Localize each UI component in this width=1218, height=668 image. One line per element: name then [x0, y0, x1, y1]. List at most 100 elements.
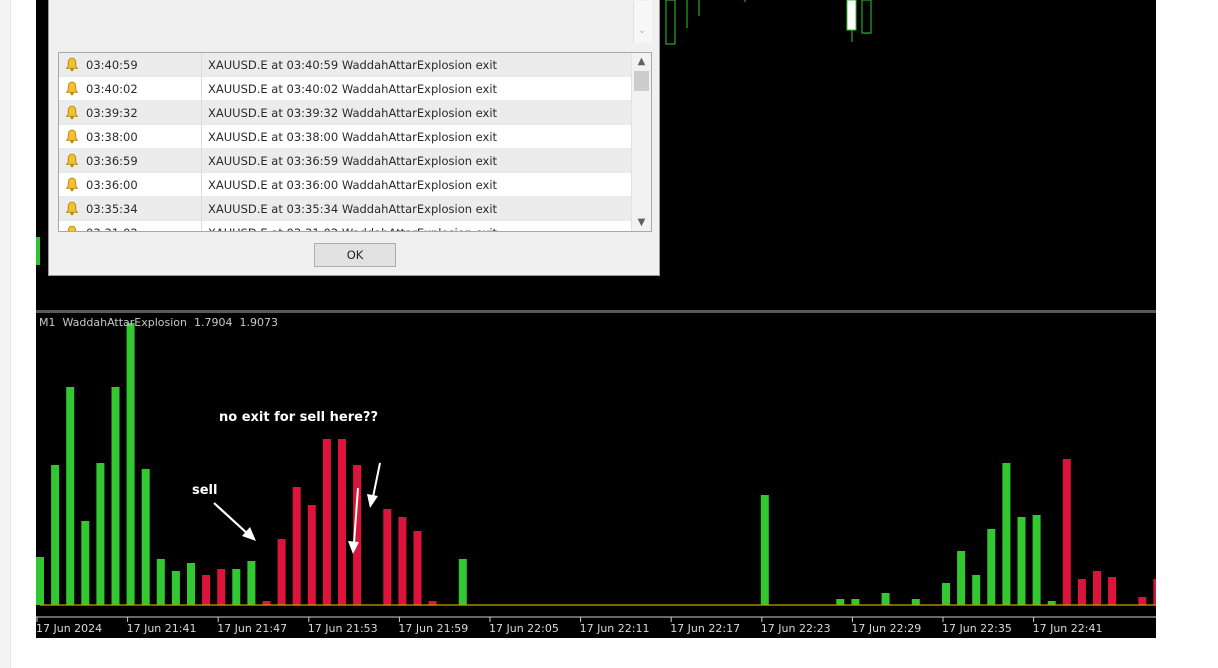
alert-message: XAUUSD.E at 03:39:32 WaddahAttarExplosio… — [208, 106, 498, 120]
sell-arrow — [213, 502, 250, 536]
upper-scrollbar[interactable]: ⌄ — [633, 1, 652, 43]
scroll-up-icon[interactable]: ▲ — [632, 53, 651, 70]
alert-row[interactable]: 03:35:34 XAUUSD.E at 03:35:34 WaddahAttar… — [59, 197, 631, 221]
alerts-list[interactable]: 03:40:59 XAUUSD.E at 03:40:59 WaddahAttar… — [58, 52, 652, 232]
column-divider — [201, 173, 202, 197]
time-axis-label: 17 Jun 21:59 — [398, 622, 468, 635]
alert-message: XAUUSD.E at 03:40:02 WaddahAttarExplosio… — [208, 82, 498, 96]
ok-button[interactable]: OK — [314, 243, 396, 267]
chevron-down-icon[interactable]: ⌄ — [638, 25, 646, 36]
alert-time: 03:36:59 — [86, 154, 138, 168]
time-axis-label: 17 Jun 22:05 — [489, 622, 559, 635]
alert-message: XAUUSD.E at 03:36:00 WaddahAttarExplosio… — [208, 178, 498, 192]
no-exit-annotation: no exit for sell here?? — [219, 410, 379, 425]
column-divider — [201, 101, 202, 125]
alert-message: XAUUSD.E at 03:36:59 WaddahAttarExplosio… — [208, 154, 498, 168]
histogram-bar-up — [156, 559, 165, 605]
histogram-bar-up — [942, 583, 950, 605]
alerts-scrollbar[interactable]: ▲ ▼ — [631, 53, 651, 231]
histogram-bar-down — [1062, 459, 1071, 605]
column-divider — [201, 53, 202, 77]
histogram-bar-up — [1002, 463, 1011, 605]
alert-row[interactable]: 03:31:02 XAUUSD.E at 03:31:02 WaddahAttar… — [59, 221, 631, 231]
histogram-bar-up — [851, 599, 860, 605]
histogram-bar-down — [338, 439, 346, 605]
histogram-bar-down — [1108, 577, 1117, 605]
histogram-bar-up — [126, 323, 135, 605]
scroll-thumb[interactable] — [634, 71, 649, 91]
histogram-bar-up — [957, 551, 966, 605]
histogram-bar-up — [972, 575, 981, 605]
histogram-bar-up — [1017, 517, 1026, 605]
histogram-bar-down — [1093, 571, 1101, 605]
bell-icon — [65, 153, 79, 168]
indicator-pane[interactable]: 17 Jun 2024 17 Jun 21:41 17 Jun 21:47 17 Ju… — [36, 313, 1156, 638]
histogram-bar-down — [398, 517, 407, 605]
sell-annotation: sell — [192, 483, 218, 498]
time-axis-label: 17 Jun 21:41 — [127, 622, 197, 635]
histogram-bar-down — [1138, 597, 1147, 605]
histogram-bar-up — [141, 469, 150, 605]
indicator-chart[interactable]: 17 Jun 2024 17 Jun 21:41 17 Jun 21:47 17 Ju… — [36, 313, 1156, 638]
alert-row[interactable]: 03:39:32 XAUUSD.E at 03:39:32 WaddahAttar… — [59, 101, 631, 125]
alert-time: 03:39:32 — [86, 106, 138, 120]
alert-time: 03:36:00 — [86, 178, 138, 192]
alert-time: 03:40:59 — [86, 58, 138, 72]
scroll-down-icon[interactable]: ▼ — [632, 214, 651, 231]
alert-message: XAUUSD.E at 03:35:34 WaddahAttarExplosio… — [208, 202, 498, 216]
histogram-bar-down — [1153, 579, 1156, 605]
time-axis-label: 17 Jun 22:17 — [670, 622, 740, 635]
alert-time: 03:31:02 — [86, 226, 138, 231]
column-divider — [201, 125, 202, 149]
histogram-bar-down — [1077, 579, 1086, 605]
time-axis-label: 17 Jun 22:41 — [1033, 622, 1103, 635]
window-left-edge — [0, 0, 11, 668]
alert-row[interactable]: 03:36:00 XAUUSD.E at 03:36:00 WaddahAttar… — [59, 173, 631, 197]
alert-row[interactable]: 03:38:00 XAUUSD.E at 03:38:00 WaddahAttar… — [59, 125, 631, 149]
histogram-bar-up — [247, 561, 256, 605]
histogram-bar-up — [36, 557, 44, 605]
time-axis-label: 17 Jun 21:53 — [308, 622, 378, 635]
column-divider — [201, 221, 202, 231]
time-axis-label: 17 Jun 22:35 — [942, 622, 1012, 635]
bell-icon — [65, 177, 79, 192]
alert-time: 03:38:00 — [86, 130, 138, 144]
window-right-margin — [1156, 0, 1218, 668]
histogram-bar-up — [111, 387, 120, 605]
alert-row[interactable]: 03:40:02 XAUUSD.E at 03:40:02 WaddahAttar… — [59, 77, 631, 101]
histogram-bar-down — [277, 539, 286, 605]
exit-arrow-2 — [372, 462, 381, 498]
left-candle-stub — [36, 237, 40, 265]
histogram-bar-up — [187, 563, 195, 605]
histogram-bar-down — [322, 439, 331, 605]
histogram-bar-up — [760, 495, 769, 605]
bell-icon — [65, 105, 79, 120]
alert-row[interactable]: 03:40:59 XAUUSD.E at 03:40:59 WaddahAttar… — [59, 53, 631, 77]
bell-icon — [65, 57, 79, 72]
alert-message: XAUUSD.E at 03:40:59 WaddahAttarExplosio… — [208, 58, 498, 72]
histogram-bar-up — [458, 559, 467, 605]
top-candles — [665, 0, 872, 45]
alert-message: XAUUSD.E at 03:31:02 WaddahAttarExplosio… — [208, 226, 497, 231]
histogram-bar-up — [232, 569, 241, 605]
alert-time: 03:40:02 — [86, 82, 138, 96]
bell-icon — [65, 201, 79, 216]
histogram-bar-up — [96, 463, 105, 605]
histogram-bar-down — [217, 569, 226, 605]
histogram-bar-up — [911, 599, 920, 605]
bell-icon — [65, 225, 79, 231]
indicator-label: M1 WaddahAttarExplosion 1.7904 1.9073 — [39, 316, 278, 329]
histogram-bar-down — [383, 509, 392, 605]
bell-icon — [65, 129, 79, 144]
alert-row[interactable]: 03:36:59 XAUUSD.E at 03:36:59 WaddahAttar… — [59, 149, 631, 173]
histogram-bar-up — [66, 387, 75, 605]
histogram-bars — [36, 323, 1156, 605]
time-axis-label: 17 Jun 22:11 — [580, 622, 650, 635]
alerts-dialog: ⌄ 03:40:59 XAUUSD.E at 03:40:59 WaddahAtt… — [48, 0, 660, 276]
time-axis-label: 17 Jun 22:29 — [851, 622, 921, 635]
time-axis-label: 17 Jun 22:23 — [761, 622, 831, 635]
column-divider — [201, 149, 202, 173]
time-axis-label: 17 Jun 2024 — [36, 622, 102, 635]
alert-message: XAUUSD.E at 03:38:00 WaddahAttarExplosio… — [208, 130, 498, 144]
histogram-bar-down — [307, 505, 316, 605]
